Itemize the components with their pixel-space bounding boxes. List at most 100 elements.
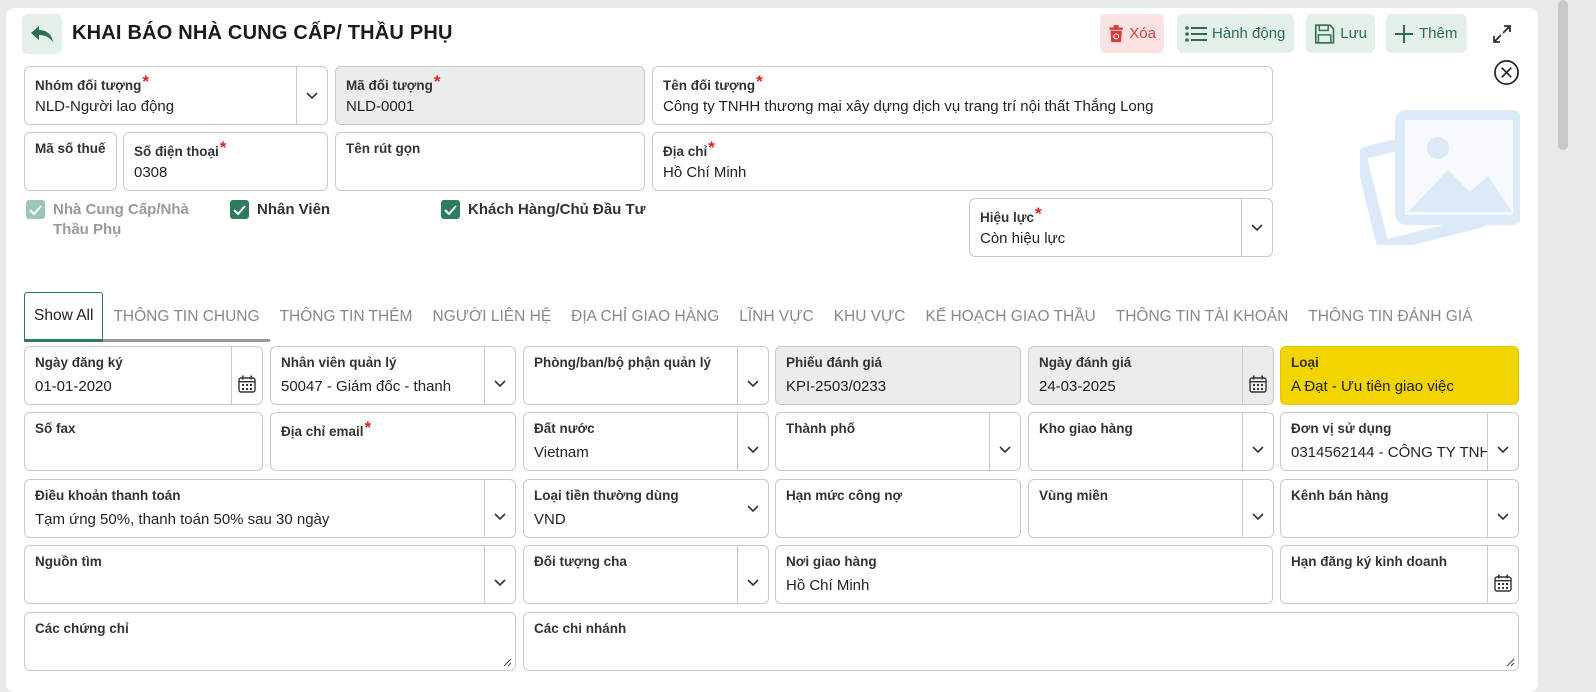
field-label: Số fax: [35, 421, 76, 436]
tab-show-all[interactable]: Show All: [24, 292, 104, 342]
field-label: Ngày đăng ký: [35, 355, 123, 370]
calendar-icon: [1494, 574, 1512, 592]
add-label: Thêm: [1419, 25, 1458, 42]
field-value: Tạm ứng 50%, thanh toán 50% sau 30 ngày: [35, 511, 330, 528]
actions-label: Hành động: [1212, 25, 1286, 42]
dat-nuoc-select[interactable]: Đất nước Vietnam: [523, 412, 769, 471]
field-label: Tên đối tượng: [663, 78, 756, 93]
noi-giao-hang-field[interactable]: Nơi giao hàng Hồ Chí Minh: [775, 545, 1273, 604]
save-button[interactable]: Lưu: [1306, 14, 1375, 53]
chevron-down-icon: [1497, 512, 1509, 520]
form-card: KHAI BÁO NHÀ CUNG CẤP/ THẦU PHỤ Xóa Hành…: [6, 8, 1538, 692]
ten-rut-gon-field[interactable]: Tên rút gọn: [335, 132, 645, 191]
checkbox-checked-icon: [230, 200, 249, 219]
field-label: Điều khoản thanh toán: [35, 488, 181, 503]
field-value: A Đạt - Ưu tiên giao việc: [1291, 378, 1454, 395]
han-dang-ky-kinh-doanh-date[interactable]: Hạn đăng ký kinh doanh: [1280, 545, 1519, 604]
tab-khu-vuc[interactable]: KHU VỰC: [824, 292, 916, 342]
tab-thong-tin-them[interactable]: THÔNG TIN THÊM: [270, 292, 423, 342]
chevron-down-icon: [1251, 223, 1263, 231]
field-label: Nhóm đối tượng: [35, 78, 142, 93]
loai-field[interactable]: Loại A Đạt - Ưu tiên giao việc: [1280, 346, 1519, 405]
tab-thong-tin-chung[interactable]: THÔNG TIN CHUNG: [103, 292, 270, 342]
field-value: 24-03-2025: [1039, 378, 1116, 395]
ngay-dang-ky-date[interactable]: Ngày đăng ký 01-01-2020: [24, 346, 263, 405]
field-value: 0308: [134, 164, 168, 181]
ten-doi-tuong-field[interactable]: Tên đối tượng* Công ty TNHH thương mại x…: [652, 66, 1273, 125]
expand-icon[interactable]: [1490, 22, 1514, 46]
thanh-pho-select[interactable]: Thành phố: [775, 412, 1021, 471]
field-label: Kênh bán hàng: [1291, 488, 1389, 503]
chevron-down-icon: [746, 504, 759, 512]
loai-tien-select[interactable]: Loại tiền thường dùng VND: [523, 479, 769, 538]
so-fax-field[interactable]: Số fax: [24, 412, 263, 471]
dia-chi-email-field[interactable]: Địa chỉ email*: [270, 412, 516, 471]
nha-cung-cap-checkbox[interactable]: Nhà Cung Cấp/Nhà Thầu Phụ: [26, 200, 189, 240]
checkbox-label-line2: Thầu Phụ: [53, 221, 122, 238]
field-label: Đơn vị sử dụng: [1291, 421, 1392, 436]
chevron-down-icon: [494, 578, 506, 586]
resize-handle-icon[interactable]: [1505, 657, 1515, 667]
don-vi-su-dung-select[interactable]: Đơn vị sử dụng 0314562144 - CÔNG TY TNH: [1280, 412, 1519, 471]
add-button[interactable]: Thêm: [1386, 14, 1467, 53]
field-label: Tên rút gọn: [346, 141, 421, 156]
nhom-doi-tuong-select[interactable]: Nhóm đối tượng* NLD-Người lao động: [24, 66, 328, 125]
dieu-khoan-thanh-toan-select[interactable]: Điều khoản thanh toán Tạm ứng 50%, thanh…: [24, 479, 516, 538]
field-label: Phiếu đánh giá: [786, 355, 883, 370]
resize-handle-icon[interactable]: [502, 657, 512, 667]
ngay-danh-gia-date[interactable]: Ngày đánh giá 24-03-2025: [1028, 346, 1274, 405]
cac-chung-chi-textarea[interactable]: Các chứng chỉ: [24, 612, 516, 671]
nhan-vien-checkbox[interactable]: Nhân Viên: [230, 200, 330, 220]
cac-chi-nhanh-textarea[interactable]: Các chi nhánh: [523, 612, 1519, 671]
chevron-down-icon: [1497, 445, 1509, 453]
delete-label: Xóa: [1129, 25, 1156, 42]
checkbox-checked-icon: [26, 200, 45, 219]
nguon-tim-select[interactable]: Nguồn tìm: [24, 545, 516, 604]
chevron-down-icon: [1252, 445, 1264, 453]
field-label: Hiệu lực: [980, 210, 1035, 225]
field-label: Địa chỉ: [663, 144, 708, 159]
so-dien-thoai-field[interactable]: Số điện thoại* 0308: [123, 132, 328, 191]
vung-mien-select[interactable]: Vùng miền: [1028, 479, 1274, 538]
page-scrollbar[interactable]: [1558, 0, 1568, 150]
list-icon: [1185, 25, 1207, 42]
checkbox-label: Khách Hàng/Chủ Đầu Tư: [468, 201, 646, 218]
khach-hang-checkbox[interactable]: Khách Hàng/Chủ Đầu Tư: [441, 200, 646, 220]
calendar-icon: [238, 375, 256, 393]
tab-nguoi-lien-he[interactable]: NGƯỜI LIÊN HỆ: [422, 292, 561, 342]
field-label: Các chi nhánh: [534, 621, 627, 636]
ma-so-thue-field[interactable]: Mã số thuế: [24, 132, 117, 191]
tab-thong-tin-tai-khoan[interactable]: THÔNG TIN TÀI KHOẢN: [1106, 292, 1299, 342]
field-value: 01-01-2020: [35, 378, 112, 395]
close-icon[interactable]: [1493, 59, 1520, 86]
back-button[interactable]: [22, 14, 62, 54]
kho-giao-hang-select[interactable]: Kho giao hàng: [1028, 412, 1274, 471]
chevron-down-icon: [306, 91, 318, 99]
tab-linh-vuc[interactable]: LĨNH VỰC: [729, 292, 823, 342]
phieu-danh-gia-field[interactable]: Phiếu đánh giá KPI-2503/0233: [775, 346, 1021, 405]
field-label: Mã số thuế: [35, 141, 106, 156]
trash-icon: [1109, 24, 1123, 42]
actions-button[interactable]: Hành động: [1177, 14, 1294, 53]
floppy-disk-icon: [1314, 23, 1335, 44]
nhan-vien-quan-ly-select[interactable]: Nhân viên quản lý 50047 - Giám đốc - tha…: [270, 346, 516, 405]
tab-ke-hoach-giao-thau[interactable]: KẾ HOẠCH GIAO THẦU: [916, 292, 1106, 342]
delete-button[interactable]: Xóa: [1100, 14, 1164, 53]
field-label: Kho giao hàng: [1039, 421, 1133, 436]
hieu-luc-select[interactable]: Hiệu lực* Còn hiệu lực: [969, 198, 1273, 257]
tab-thong-tin-danh-gia[interactable]: THÔNG TIN ĐÁNH GIÁ: [1298, 292, 1482, 342]
dia-chi-field[interactable]: Địa chỉ* Hồ Chí Minh: [652, 132, 1273, 191]
plus-icon: [1395, 24, 1413, 43]
ma-doi-tuong-field[interactable]: Mã đối tượng* NLD-0001: [335, 66, 645, 125]
field-value: Còn hiệu lực: [980, 230, 1066, 247]
phong-ban-select[interactable]: Phòng/ban/bộ phận quản lý: [523, 346, 769, 405]
tab-dia-chi-giao-hang[interactable]: ĐỊA CHỈ GIAO HÀNG: [561, 292, 729, 342]
save-label: Lưu: [1340, 25, 1367, 42]
kenh-ban-hang-select[interactable]: Kênh bán hàng: [1280, 479, 1519, 538]
doi-tuong-cha-select[interactable]: Đối tượng cha: [523, 545, 769, 604]
field-value: Vietnam: [534, 444, 589, 461]
han-muc-cong-no-field[interactable]: Hạn mức công nợ: [775, 479, 1021, 538]
field-value: Hồ Chí Minh: [786, 577, 870, 594]
field-value: NLD-0001: [346, 98, 415, 115]
field-label: Vùng miền: [1039, 488, 1109, 503]
